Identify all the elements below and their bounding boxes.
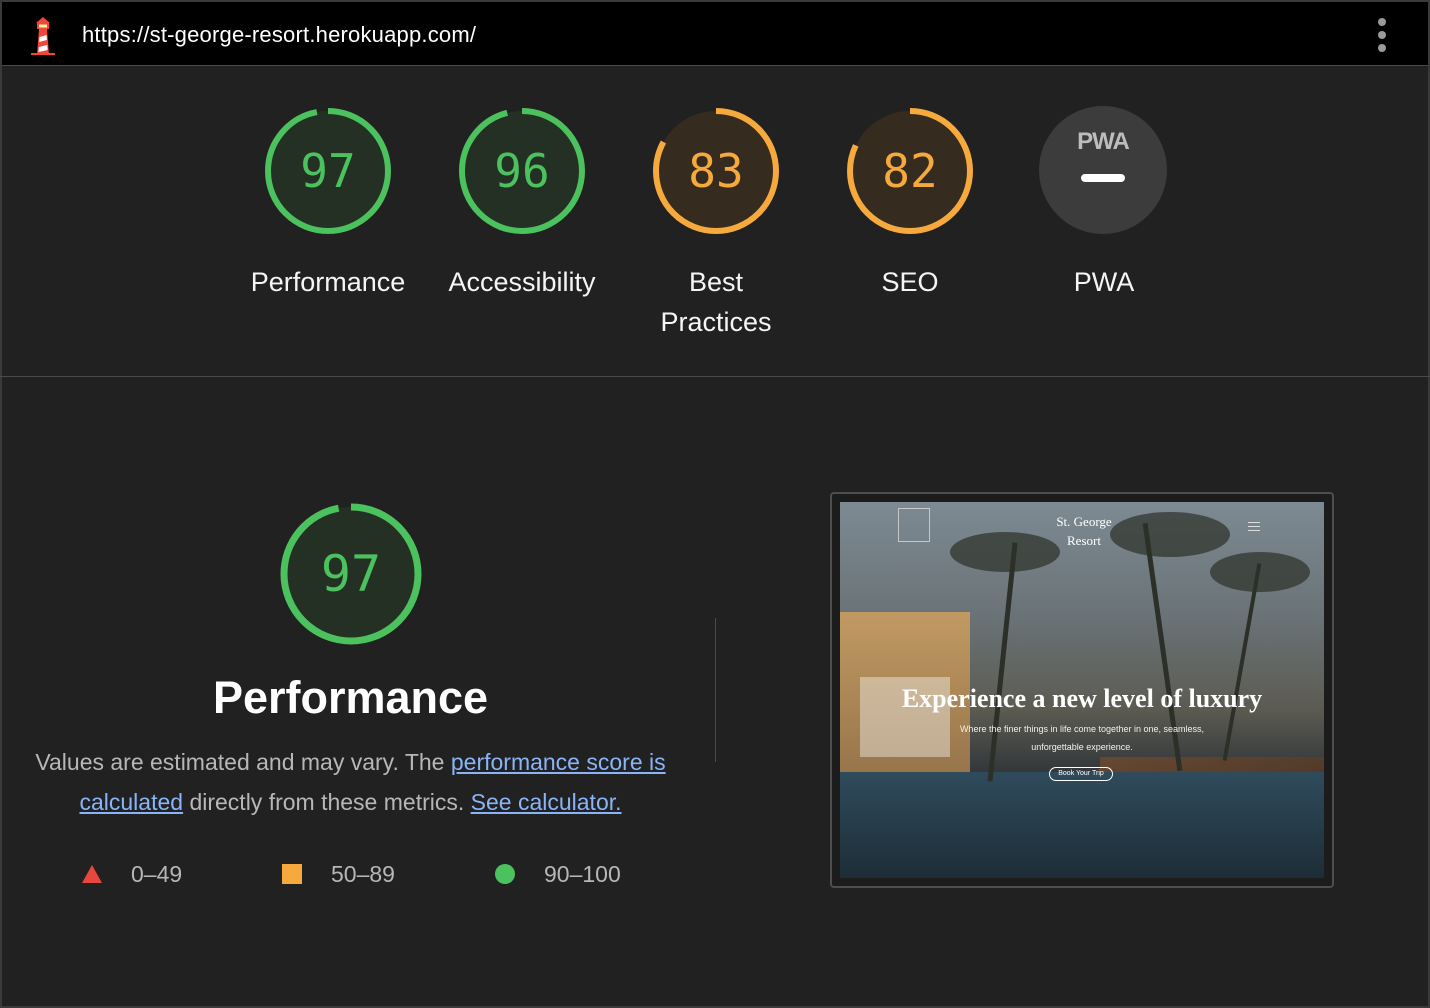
hero-headline: Experience a new level of luxury (901, 684, 1263, 713)
gauge-label: Performance (250, 267, 406, 297)
circle-icon (495, 864, 515, 884)
gauge-score: 96 (494, 144, 550, 198)
legend-range: 0–49 (131, 861, 183, 887)
gauge-label: Accessibility (448, 267, 596, 297)
desc-text: Values are estimated and may vary. The (35, 749, 451, 775)
pool (840, 772, 1324, 878)
gauge-score: 97 (300, 144, 356, 198)
performance-title: Performance (212, 672, 489, 723)
gauge-accessibility[interactable]: 96 Accessibility (432, 106, 612, 302)
book-your-trip-button: Book Your Trip (1049, 767, 1113, 781)
gauge-score: 83 (688, 144, 744, 198)
resort-logo-icon (898, 508, 930, 542)
palm-fronds (1210, 552, 1310, 592)
resort-brand: St. George Resort (1034, 512, 1134, 550)
performance-description: Values are estimated and may vary. The p… (20, 742, 681, 822)
performance-score-gauge: 97 (278, 501, 424, 647)
dash-icon (1081, 174, 1125, 182)
resort-brand-line: St. George (1056, 514, 1112, 529)
category-gauges: 97 Performance 96 Accessibility 83 Best … (0, 66, 1430, 377)
section-divider (715, 618, 716, 762)
performance-score: 97 (320, 545, 382, 603)
hamburger-menu-icon (1248, 522, 1260, 534)
gauge-label: SEO (881, 267, 939, 297)
gauge-label: PWA (1073, 267, 1135, 297)
report-url: https://st-george-resort.herokuapp.com/ (82, 22, 477, 47)
legend-range: 50–89 (331, 861, 395, 887)
gauge-seo[interactable]: 82 SEO (820, 106, 1000, 302)
pwa-badge-icon: PWA (1039, 106, 1167, 234)
legend-range: 90–100 (544, 861, 621, 887)
triangle-icon (82, 865, 102, 883)
desc-text: directly from these metrics. (183, 789, 471, 815)
page-screenshot-image: St. George Resort Experience a new level … (840, 502, 1324, 878)
lighthouse-icon (31, 17, 55, 55)
final-screenshot[interactable]: St. George Resort Experience a new level … (830, 492, 1334, 888)
square-icon (282, 864, 302, 884)
gauge-best-practices[interactable]: 83 Best Practices (626, 106, 806, 342)
hero-subtext: Where the finer things in life come toge… (959, 724, 1205, 752)
gauge-score: 82 (882, 144, 938, 198)
see-calculator-link[interactable]: See calculator. (471, 789, 622, 815)
gauge-pwa[interactable]: PWA PWA (1014, 106, 1194, 302)
pwa-badge-text: PWA (1077, 128, 1130, 155)
gauge-label: Best Practices (660, 267, 772, 337)
report-topbar: https://st-george-resort.herokuapp.com/ (2, 2, 1428, 66)
resort-brand-line: Resort (1067, 533, 1101, 548)
palm-trunk (1222, 563, 1262, 761)
gauge-performance[interactable]: 97 Performance (238, 106, 418, 302)
kebab-menu-icon[interactable] (1372, 18, 1392, 54)
